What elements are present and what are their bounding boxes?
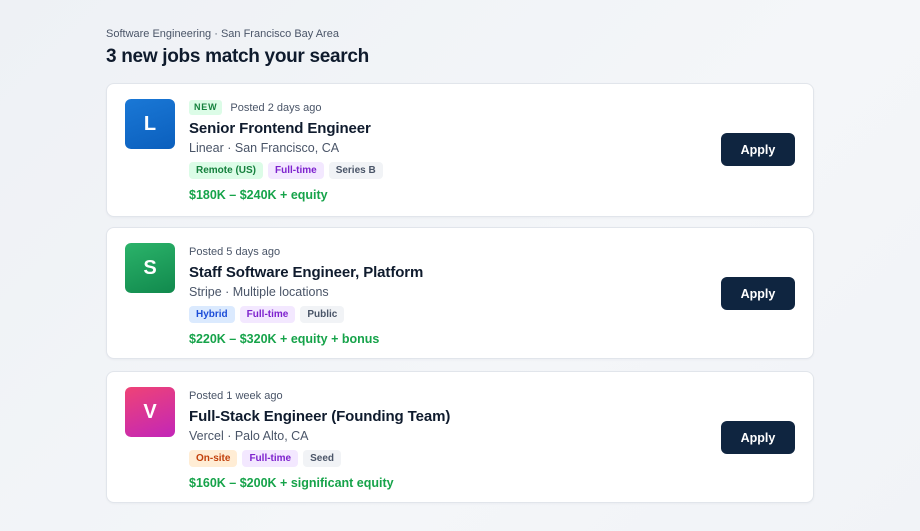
- salary-range: $160K – $200K + significant equity: [189, 476, 394, 490]
- company-logo: V: [125, 387, 175, 437]
- tag-work-mode: On-site: [189, 450, 238, 467]
- posted-date: Posted 1 week ago: [189, 389, 283, 402]
- job-tags: Remote (US) Full-time Series B: [189, 162, 388, 179]
- salary-range: $220K – $320K + equity + bonus: [189, 332, 380, 346]
- job-meta: Posted 1 week ago: [189, 388, 450, 403]
- apply-button[interactable]: Apply: [721, 133, 795, 166]
- tag-employment-type: Full-time: [239, 306, 296, 323]
- job-card-stripe[interactable]: S Posted 5 days ago Staff Software Engin…: [106, 227, 814, 359]
- tag-employment-type: Full-time: [268, 162, 324, 179]
- posted-date: Posted 2 days ago: [230, 101, 322, 114]
- page-title: 3 new jobs match your search: [106, 46, 369, 67]
- job-card-linear[interactable]: L NEW Posted 2 days ago Senior Frontend …: [106, 83, 814, 217]
- tag-company-stage: Series B: [328, 162, 383, 179]
- tag-work-mode: Remote (US): [189, 162, 264, 179]
- job-meta: NEW Posted 2 days ago: [189, 100, 388, 115]
- job-results: Software Engineering · San Francisco Bay…: [106, 27, 814, 503]
- company-location: Vercel · Palo Alto, CA: [189, 429, 309, 443]
- company-logo: L: [125, 99, 175, 149]
- job-info: NEW Posted 2 days ago Senior Frontend En…: [189, 100, 388, 203]
- salary-range: $180K – $240K + equity: [189, 188, 328, 202]
- company-logo: S: [125, 243, 175, 293]
- apply-button[interactable]: Apply: [721, 277, 795, 310]
- posted-date: Posted 5 days ago: [189, 245, 281, 258]
- job-title[interactable]: Staff Software Engineer, Platform: [189, 263, 423, 282]
- tag-employment-type: Full-time: [242, 450, 299, 467]
- job-info: Posted 1 week ago Full-Stack Engineer (F…: [189, 388, 450, 491]
- job-meta: Posted 5 days ago: [189, 244, 423, 259]
- company-location: Stripe · Multiple locations: [189, 285, 329, 299]
- tag-work-mode: Hybrid: [189, 306, 235, 323]
- search-context: Software Engineering · San Francisco Bay…: [106, 28, 339, 40]
- apply-button[interactable]: Apply: [721, 421, 795, 454]
- new-badge: NEW: [189, 100, 223, 115]
- job-title[interactable]: Full-Stack Engineer (Founding Team): [189, 407, 450, 426]
- tag-company-stage: Seed: [303, 450, 342, 467]
- job-tags: On-site Full-time Seed: [189, 450, 450, 467]
- job-card-vercel[interactable]: V Posted 1 week ago Full-Stack Engineer …: [106, 371, 814, 503]
- tag-company-stage: Public: [300, 306, 345, 323]
- job-info: Posted 5 days ago Staff Software Enginee…: [189, 244, 423, 347]
- company-location: Linear · San Francisco, CA: [189, 141, 340, 155]
- job-tags: Hybrid Full-time Public: [189, 306, 423, 323]
- job-title[interactable]: Senior Frontend Engineer: [189, 119, 388, 138]
